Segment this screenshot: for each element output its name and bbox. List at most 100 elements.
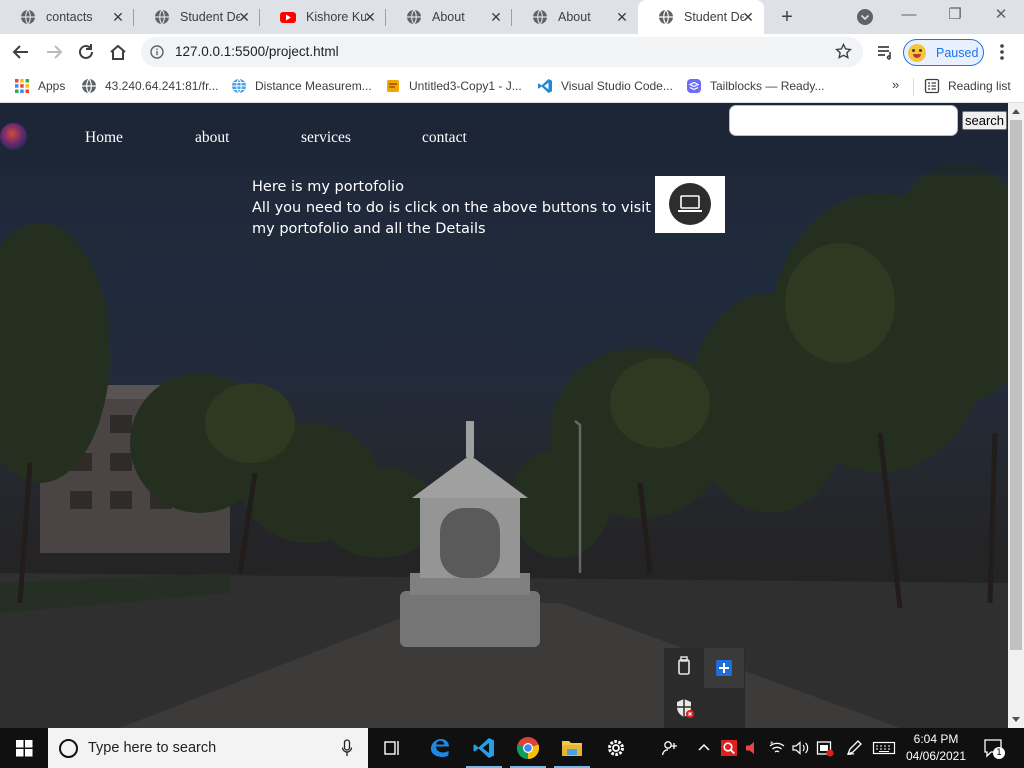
new-tab-button[interactable]: +	[776, 6, 798, 28]
globe-icon	[82, 78, 96, 94]
bookmark-star-icon[interactable]	[835, 43, 852, 60]
taskbar-edge[interactable]	[418, 728, 462, 768]
minimize-button[interactable]: —	[896, 4, 922, 26]
security-shield-icon[interactable]	[664, 688, 704, 728]
touch-keyboard-icon[interactable]	[872, 738, 896, 758]
laptop-image	[655, 176, 725, 233]
bookmark-distance-measurement[interactable]: Distance Measurem...	[231, 75, 372, 97]
globe-icon	[155, 9, 169, 25]
bookmark-vscode[interactable]: Visual Studio Code...	[537, 75, 673, 97]
nav-link-about[interactable]: about	[195, 129, 229, 147]
intro-description: All you need to do is click on the above…	[252, 200, 651, 237]
search-app-icon[interactable]	[720, 738, 738, 758]
home-icon[interactable]	[107, 41, 129, 63]
nav-link-contact[interactable]: contact	[422, 129, 467, 147]
bookmarks-overflow-button[interactable]: »	[892, 77, 899, 92]
tab-search-icon[interactable]	[856, 8, 874, 26]
profile-status-label: Paused	[936, 45, 979, 60]
jupyter-icon	[387, 80, 399, 92]
start-button[interactable]	[0, 728, 48, 768]
taskbar-vscode[interactable]	[462, 728, 506, 768]
taskbar-chrome[interactable]	[506, 728, 550, 768]
globe-icon	[407, 9, 421, 25]
media-queue-icon[interactable]	[876, 43, 894, 61]
bookmark-ip-address[interactable]: 43.240.64.241:81/fr...	[81, 75, 218, 97]
tab-contacts[interactable]: contacts ✕	[0, 0, 134, 34]
bookmark-apps[interactable]: Apps	[14, 75, 65, 97]
bookmark-jupyter[interactable]: Untitled3-Copy1 - J...	[385, 75, 522, 97]
reading-list-icon	[924, 78, 940, 94]
youtube-icon	[280, 12, 296, 23]
nav-link-home[interactable]: Home	[85, 129, 123, 147]
bookmark-label: Distance Measurem...	[255, 79, 372, 93]
restore-button[interactable]: ❐	[942, 4, 968, 26]
close-window-button[interactable]: ✕	[988, 4, 1014, 26]
forward-arrow-icon[interactable]	[43, 41, 65, 63]
tab-close-icon[interactable]: ✕	[740, 9, 756, 25]
people-icon[interactable]	[660, 738, 680, 758]
wifi-icon[interactable]: *	[768, 738, 786, 758]
tab-student-details[interactable]: Student Det ✕	[134, 0, 260, 34]
scroll-up-arrow-icon[interactable]	[1012, 109, 1020, 114]
apps-grid-icon	[15, 79, 29, 93]
url-text[interactable]: 127.0.0.1:5500/project.html	[175, 44, 339, 59]
bookmark-label: Visual Studio Code...	[561, 79, 673, 93]
tab-strip: contacts ✕ Student Det ✕ Kishore Kun ✕ A…	[0, 0, 1024, 34]
taskbar-search-box[interactable]: Type here to search	[48, 728, 368, 768]
browser-toolbar: 127.0.0.1:5500/project.html Paused	[0, 34, 1024, 70]
laptop-icon	[669, 183, 711, 225]
add-tray-icon[interactable]	[704, 648, 744, 688]
globe-icon	[533, 9, 547, 25]
tab-close-icon[interactable]: ✕	[362, 9, 378, 25]
folder-icon	[562, 741, 582, 756]
tab-about-1[interactable]: About ✕	[386, 0, 512, 34]
profile-paused-button[interactable]: Paused	[903, 39, 984, 66]
tab-about-2[interactable]: About ✕	[512, 0, 638, 34]
tab-kishore-youtube[interactable]: Kishore Kun ✕	[260, 0, 386, 34]
nav-link-services[interactable]: services	[301, 129, 351, 147]
system-clock[interactable]: 6:04 PM 04/06/2021	[900, 731, 972, 765]
windows-logo-icon	[16, 740, 33, 757]
site-search-input[interactable]	[729, 105, 958, 136]
site-logo-icon[interactable]	[0, 123, 27, 150]
globe-icon	[659, 9, 673, 25]
tab-close-icon[interactable]: ✕	[236, 9, 252, 25]
site-info-icon[interactable]	[150, 45, 164, 59]
edge-icon	[431, 739, 449, 757]
taskbar-file-explorer[interactable]	[550, 728, 594, 768]
site-search-button[interactable]: search	[962, 111, 1007, 130]
vscode-icon	[538, 79, 552, 93]
speaker-muted-icon[interactable]	[743, 738, 761, 758]
show-hidden-icons-chevron-icon[interactable]	[696, 738, 712, 758]
address-bar[interactable]: 127.0.0.1:5500/project.html	[141, 37, 863, 67]
tab-close-icon[interactable]: ✕	[110, 9, 126, 25]
microphone-icon[interactable]	[341, 739, 353, 757]
battery-alert-icon[interactable]	[816, 738, 834, 758]
scroll-thumb[interactable]	[1010, 120, 1022, 650]
page-viewport: Home about services contact search Here …	[0, 103, 1008, 728]
pen-workspace-icon[interactable]	[844, 738, 864, 758]
svg-text:*: *	[770, 740, 774, 748]
bookmark-tailblocks[interactable]: Tailblocks — Ready...	[686, 75, 825, 97]
scroll-down-arrow-icon[interactable]	[1012, 717, 1020, 722]
usb-drive-icon[interactable]	[664, 648, 704, 688]
task-view-icon	[384, 741, 399, 755]
bookmark-label: Tailblocks — Ready...	[710, 79, 825, 93]
globe-blue-icon	[232, 78, 246, 94]
bookmarks-divider	[913, 78, 914, 96]
volume-icon[interactable]	[791, 738, 811, 758]
reload-icon[interactable]	[75, 41, 97, 63]
tab-student-details-active[interactable]: Student Det ✕	[638, 0, 764, 34]
page-scrollbar[interactable]	[1008, 103, 1024, 728]
bookmark-label: Apps	[38, 79, 66, 93]
back-arrow-icon[interactable]	[10, 41, 32, 63]
reading-list-button[interactable]: Reading list	[924, 75, 1011, 97]
task-view-button[interactable]	[370, 728, 414, 768]
tailblocks-icon	[687, 79, 701, 93]
action-center-button[interactable]: 1	[982, 737, 1005, 759]
tab-close-icon[interactable]: ✕	[488, 9, 504, 25]
taskbar-settings[interactable]	[594, 728, 638, 768]
more-menu-icon[interactable]	[994, 42, 1010, 62]
tab-close-icon[interactable]: ✕	[614, 9, 630, 25]
reading-list-label: Reading list	[948, 79, 1011, 93]
